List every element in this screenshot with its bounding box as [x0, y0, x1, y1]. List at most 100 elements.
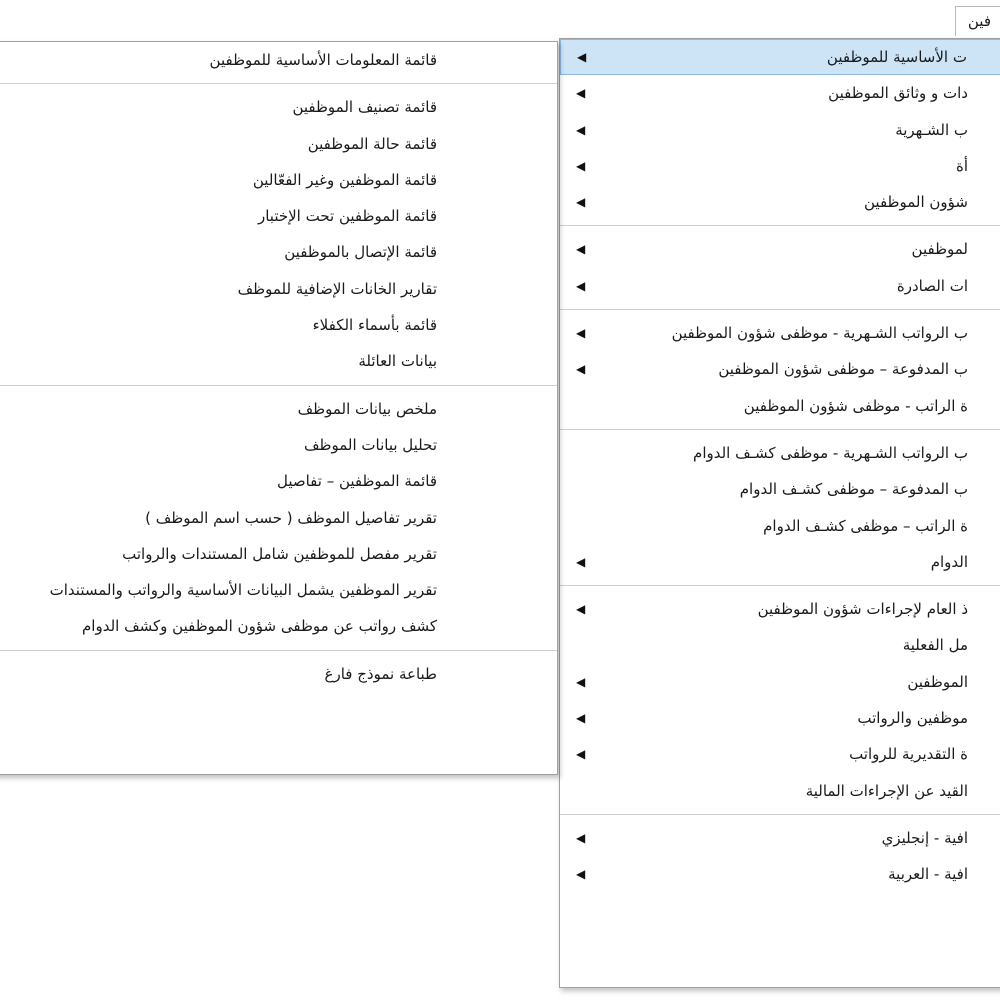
menu-item[interactable]: كشف رواتب عن موظفى شؤون الموظفين وكشف ال…: [0, 608, 557, 644]
menu-item-label: ب الرواتب الشـهرية - موظفى شؤون الموظفين: [671, 324, 968, 343]
menu-item[interactable]: قائمة تصنيف الموظفين: [0, 89, 557, 125]
menu-item[interactable]: قائمة الموظفين – تفاصيل: [0, 463, 557, 499]
menu-item-label: أة: [955, 156, 968, 175]
submenu-arrow-icon: ◀: [576, 674, 586, 689]
menu-item[interactable]: أة ◀: [560, 148, 1000, 184]
menu-item-label: قائمة المعلومات الأساسية للموظفين: [209, 51, 437, 69]
menu-item[interactable]: دات و وثائق الموظفين ◀: [560, 75, 1000, 111]
submenu-arrow-icon: ◀: [576, 711, 586, 726]
menu-item-label: كشف رواتب عن موظفى شؤون الموظفين وكشف ال…: [82, 617, 437, 636]
menu-item[interactable]: ة الراتب – موظفى كشـف الدوام: [560, 508, 1000, 544]
menu-item-label: قائمة حالة الموظفين: [307, 134, 437, 153]
submenu-arrow-icon: ◀: [576, 278, 586, 293]
menu-item-label: قائمة بأسماء الكفلاء: [312, 316, 437, 335]
menu-item[interactable]: القيد عن الإجراءات المالية: [560, 773, 1000, 809]
menu-item-label: ب الشـهرية: [895, 120, 968, 139]
menu-item[interactable]: ب المدفوعة – موظفى كشـف الدوام: [560, 471, 1000, 507]
menu-item[interactable]: ب الرواتب الشـهرية - موظفى شؤون الموظفين…: [560, 315, 1000, 351]
menu-item[interactable]: ات الصادرة ◀: [560, 268, 1000, 304]
menu-item-label: موظفين والرواتب: [857, 709, 968, 728]
menu-item[interactable]: بيانات العائلة: [0, 343, 557, 379]
submenu-arrow-icon: ◀: [576, 195, 586, 210]
menu-separator: [560, 813, 1000, 815]
menu-item-label: شؤون الموظفين: [864, 193, 968, 212]
menu-item[interactable]: تقرير تفاصيل الموظف ( حسب اسم الموظف ): [0, 500, 557, 536]
menu-item-label: تقرير مفصل للموظفين شامل المستندات والرو…: [122, 544, 437, 563]
menu-item-label: ات الصادرة: [896, 276, 968, 295]
menu-item-label: قائمة الموظفين – تفاصيل: [276, 472, 437, 491]
menu-item-label: افية - العربية: [888, 865, 968, 884]
menu-item-label: ب المدفوعة – موظفى كشـف الدوام: [739, 480, 968, 499]
menu-item-label: ب المدفوعة – موظفى شؤون الموظفين: [718, 360, 968, 379]
menu-separator: [560, 309, 1000, 311]
menu-separator: [0, 384, 557, 386]
menu-item[interactable]: ب المدفوعة – موظفى شؤون الموظفين ◀: [560, 351, 1000, 387]
menu-item[interactable]: لموظفين ◀: [560, 231, 1000, 267]
menu-item[interactable]: قائمة المعلومات الأساسية للموظفين: [0, 42, 557, 78]
submenu-arrow-icon: ◀: [576, 242, 586, 257]
menu-item-label: تحليل بيانات الموظف: [303, 435, 437, 454]
menu-item[interactable]: قائمة الموظفين وغير الفعّالين: [0, 162, 557, 198]
submenu-arrow-icon: ◀: [576, 867, 586, 882]
menu-item[interactable]: ت الأساسية للموظفين ◀: [560, 39, 1000, 76]
menu-item[interactable]: قائمة بأسماء الكفلاء: [0, 307, 557, 343]
submenu-arrow-icon: ◀: [576, 602, 586, 617]
basic-info-submenu: قائمة المعلومات الأساسية للموظفين قائمة ت…: [0, 41, 558, 775]
submenu-arrow-icon: ◀: [576, 122, 586, 137]
menu-item[interactable]: افية - العربية ◀: [560, 856, 1000, 892]
menu-item-label: قائمة الإتصال بالموظفين: [284, 243, 437, 262]
menu-item-label: ة الراتب – موظفى كشـف الدوام: [763, 516, 968, 535]
menu-item-label: مل الفعلية: [902, 636, 968, 655]
menu-item-label: قائمة تصنيف الموظفين: [292, 98, 437, 117]
menu-item-label: تقرير الموظفين يشمل البيانات الأساسية وا…: [49, 581, 437, 600]
menu-item-label: ت الأساسية للموظفين: [826, 48, 967, 66]
menu-item-label: ة التقديرية للرواتب: [849, 745, 968, 764]
menu-item[interactable]: قائمة الموظفين تحت الإختبار: [0, 198, 557, 234]
menubar-tab-employees[interactable]: فين: [955, 6, 1000, 36]
menu-item[interactable]: ملخص بيانات الموظف: [0, 391, 557, 427]
menu-item-label: ة الراتب - موظفى شؤون الموظفين: [743, 396, 968, 415]
menu-item-label: قائمة الموظفين وغير الفعّالين: [252, 170, 437, 189]
menu-item[interactable]: مل الفعلية: [560, 627, 1000, 663]
menu-item-label: تقارير الخانات الإضافية للموظف: [237, 279, 437, 298]
menu-item[interactable]: قائمة الإتصال بالموظفين: [0, 234, 557, 270]
menu-item[interactable]: ة الراتب - موظفى شؤون الموظفين: [560, 388, 1000, 424]
menu-item[interactable]: قائمة حالة الموظفين: [0, 126, 557, 162]
menu-item[interactable]: شؤون الموظفين ◀: [560, 184, 1000, 220]
menu-item[interactable]: تقرير الموظفين يشمل البيانات الأساسية وا…: [0, 572, 557, 608]
submenu-arrow-icon: ◀: [576, 830, 586, 845]
employees-menu: ت الأساسية للموظفين ◀ دات و وثائق الموظفين…: [559, 38, 1000, 988]
menu-item-label: افية - إنجليزي: [881, 828, 968, 847]
menu-separator: [560, 225, 1000, 227]
menu-item[interactable]: طباعة نموذج فارغ: [0, 656, 557, 692]
menu-item-label: دات و وثائق الموظفين: [828, 84, 968, 103]
menu-separator: [560, 428, 1000, 430]
menu-item[interactable]: ب الشـهرية ◀: [560, 112, 1000, 148]
menu-item-label: ذ العام لإجراءات شؤون الموظفين: [757, 600, 968, 619]
menu-item[interactable]: الدوام ◀: [560, 544, 1000, 580]
menu-item[interactable]: تحليل بيانات الموظف: [0, 427, 557, 463]
menu-item[interactable]: موظفين والرواتب ◀: [560, 700, 1000, 736]
menu-item[interactable]: الموظفين ◀: [560, 664, 1000, 700]
menu-item-label: تقرير تفاصيل الموظف ( حسب اسم الموظف ): [145, 508, 437, 527]
menu-item[interactable]: تقارير الخانات الإضافية للموظف: [0, 271, 557, 307]
menu-item-label: قائمة الموظفين تحت الإختبار: [257, 207, 437, 226]
menu-item-label: الموظفين: [907, 672, 968, 691]
menu-item[interactable]: ة التقديرية للرواتب ◀: [560, 736, 1000, 772]
menu-separator: [560, 585, 1000, 587]
menu-item-label: ملخص بيانات الموظف: [297, 399, 437, 418]
menu-item-label: لموظفين: [911, 240, 968, 259]
submenu-arrow-icon: ◀: [577, 50, 587, 64]
menu-item-label: طباعة نموذج فارغ: [324, 664, 437, 683]
submenu-arrow-icon: ◀: [576, 86, 586, 101]
menu-item-label: ب الرواتب الشـهرية - موظفى كشـف الدوام: [693, 443, 968, 462]
menu-separator: [0, 649, 557, 651]
submenu-arrow-icon: ◀: [576, 554, 586, 569]
menu-item[interactable]: تقرير مفصل للموظفين شامل المستندات والرو…: [0, 536, 557, 572]
submenu-arrow-icon: ◀: [576, 158, 586, 173]
menu-item-label: بيانات العائلة: [358, 352, 437, 371]
submenu-arrow-icon: ◀: [576, 747, 586, 762]
menu-item[interactable]: ذ العام لإجراءات شؤون الموظفين ◀: [560, 591, 1000, 627]
menu-item[interactable]: ب الرواتب الشـهرية - موظفى كشـف الدوام: [560, 435, 1000, 471]
menu-item[interactable]: افية - إنجليزي ◀: [560, 820, 1000, 856]
